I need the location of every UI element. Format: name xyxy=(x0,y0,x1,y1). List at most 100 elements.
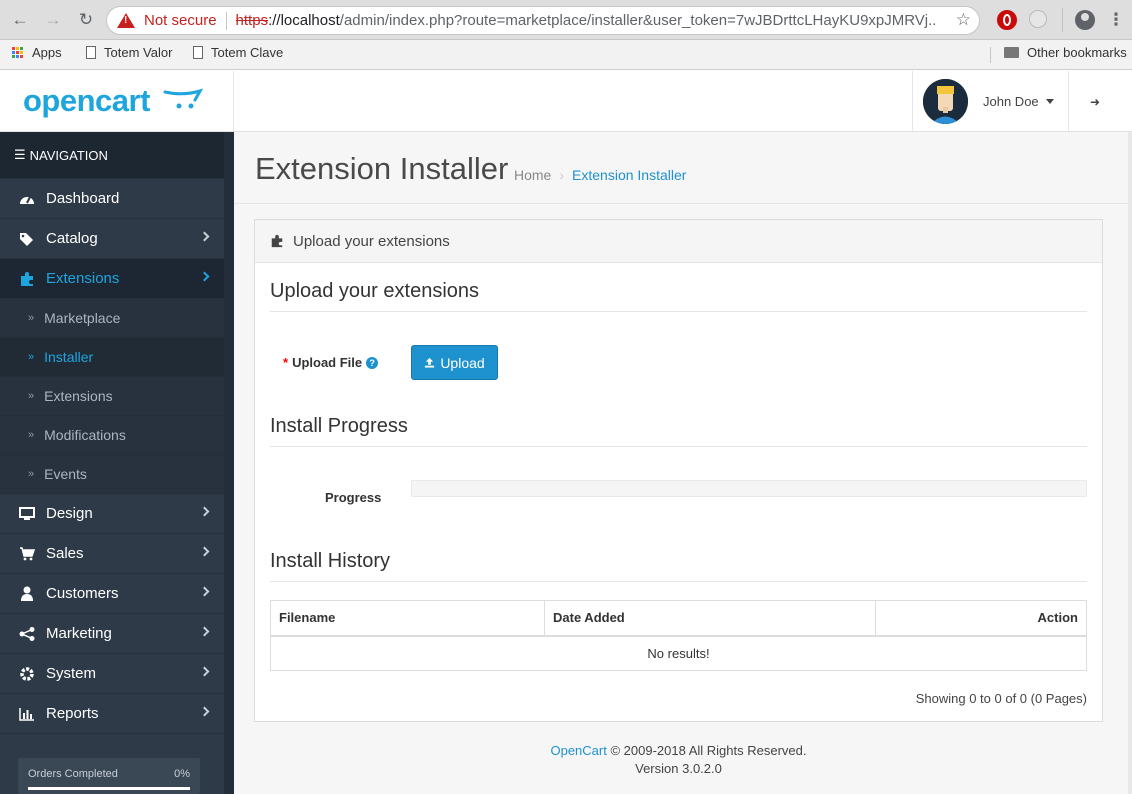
bar-chart-icon xyxy=(18,706,36,722)
bookmark-divider xyxy=(990,47,991,63)
upload-file-label: * Upload File? xyxy=(283,355,379,370)
orders-completed-percent: 0% xyxy=(174,768,190,780)
sidebar-item-catalog[interactable]: Catalog xyxy=(0,219,224,259)
share-icon xyxy=(18,626,36,642)
bookmark-star-icon[interactable]: ☆ xyxy=(956,10,971,30)
url-text[interactable]: https://localhost/admin/index.php?route=… xyxy=(236,12,936,29)
column-header-date-added[interactable]: Date Added xyxy=(544,600,876,637)
double-chevron-icon: » xyxy=(28,429,35,441)
sidebar-item-label: Customers xyxy=(46,585,119,602)
sidebar-item-sales[interactable]: Sales xyxy=(0,534,224,574)
tags-icon xyxy=(18,231,36,247)
sidebar-item-label: Catalog xyxy=(46,230,98,247)
cart-logo-icon xyxy=(163,88,203,109)
sidebar: ☰ NAVIGATION Dashboard Catalog Extension… xyxy=(0,132,234,794)
history-section-title: Install History xyxy=(270,550,1087,582)
bookmark-other[interactable]: Other bookmarks xyxy=(1004,45,1127,60)
reload-icon[interactable]: ↻ xyxy=(74,8,98,32)
sidebar-subitem-installer[interactable]: » Installer xyxy=(0,338,224,377)
page-icon xyxy=(193,46,203,59)
user-icon xyxy=(18,586,36,602)
required-marker: * xyxy=(283,355,289,370)
upload-button[interactable]: Upload xyxy=(411,345,498,380)
hamburger-icon: ☰ xyxy=(14,147,26,162)
bookmark-totem-clave[interactable]: Totem Clave xyxy=(193,45,283,60)
install-history-table: Filename Date Added Action No results! xyxy=(270,600,1087,671)
chevron-right-icon xyxy=(199,706,210,717)
footer-version: Version 3.0.2.0 xyxy=(635,761,722,776)
sidebar-subitem-extensions[interactable]: » Extensions xyxy=(0,377,224,416)
breadcrumb-current[interactable]: Extension Installer xyxy=(572,167,686,183)
monitor-icon xyxy=(18,506,36,522)
sidebar-item-reports[interactable]: Reports xyxy=(0,694,224,734)
column-header-action: Action xyxy=(875,600,1087,637)
forward-arrow-icon[interactable]: → xyxy=(41,8,65,32)
page-icon xyxy=(86,46,96,59)
menu-dots-icon[interactable]: ⋮ xyxy=(1104,8,1128,32)
sidebar-subitem-events[interactable]: » Events xyxy=(0,455,224,494)
logout-icon[interactable]: ➜ xyxy=(1090,95,1100,109)
navigation-title: NAVIGATION xyxy=(29,147,108,163)
url-host: ://localhost xyxy=(268,12,340,29)
opera-extension-icon[interactable] xyxy=(997,10,1017,30)
sidebar-item-label: Dashboard xyxy=(46,190,120,207)
navigation-header[interactable]: ☰ NAVIGATION xyxy=(0,132,224,179)
sidebar-item-label: Design xyxy=(46,505,93,522)
logo-area[interactable]: opencart xyxy=(0,71,234,131)
double-chevron-icon: » xyxy=(28,351,35,363)
no-results-cell: No results! xyxy=(270,635,1087,671)
pagination-summary: Showing 0 to 0 of 0 (0 Pages) xyxy=(915,691,1087,706)
sidebar-subitem-label: Extensions xyxy=(44,388,113,404)
sidebar-item-marketing[interactable]: Marketing xyxy=(0,614,224,654)
sidebar-subitem-marketplace[interactable]: » Marketplace xyxy=(0,299,224,338)
sidebar-subitem-label: Events xyxy=(44,466,87,482)
extension-icon[interactable] xyxy=(1029,10,1047,28)
opencart-logo[interactable]: opencart xyxy=(23,83,150,119)
url-path: /admin/index.php?route=marketplace/insta… xyxy=(339,12,936,29)
page-title: Extension Installer xyxy=(255,151,509,186)
double-chevron-icon: » xyxy=(28,468,35,480)
caret-down-icon xyxy=(1046,99,1054,104)
sidebar-item-dashboard[interactable]: Dashboard xyxy=(0,179,224,219)
chevron-right-icon xyxy=(199,586,210,597)
table-header-row: Filename Date Added Action xyxy=(270,600,1087,637)
main-content: Extension Installer Home › Extension Ins… xyxy=(234,132,1132,794)
user-name: John Doe xyxy=(983,94,1039,109)
sidebar-item-system[interactable]: System xyxy=(0,654,224,694)
sidebar-subitem-modifications[interactable]: » Modifications xyxy=(0,416,224,455)
sidebar-item-label: Extensions xyxy=(46,270,120,287)
back-arrow-icon[interactable]: ← xyxy=(8,8,32,32)
footer-copyright-line: OpenCart © 2009-2018 All Rights Reserved… xyxy=(234,742,1123,760)
upload-icon xyxy=(425,357,435,368)
sidebar-item-label: Sales xyxy=(46,545,84,562)
address-bar[interactable]: ! Not secure https://localhost/admin/ind… xyxy=(106,6,980,35)
bookmark-totem-valor[interactable]: Totem Valor xyxy=(86,45,172,60)
sidebar-item-design[interactable]: Design xyxy=(0,494,224,534)
column-header-filename[interactable]: Filename xyxy=(270,600,545,637)
sidebar-item-extensions[interactable]: Extensions xyxy=(0,259,224,299)
footer-opencart-link[interactable]: OpenCart xyxy=(550,743,606,758)
chevron-right-icon xyxy=(199,666,210,677)
footer: OpenCart © 2009-2018 All Rights Reserved… xyxy=(234,742,1123,778)
installer-panel: Upload your extensions Upload your exten… xyxy=(254,219,1103,722)
not-secure-label[interactable]: Not secure xyxy=(144,12,217,29)
bookmark-label: Totem Clave xyxy=(211,45,284,60)
url-scheme: https xyxy=(235,12,269,29)
progress-label: Progress xyxy=(325,490,382,505)
sidebar-subitem-label: Installer xyxy=(44,349,94,365)
toolbar-divider xyxy=(1062,8,1063,32)
sidebar-subitem-label: Modifications xyxy=(44,427,126,443)
breadcrumb-separator: › xyxy=(559,167,565,183)
user-menu[interactable]: John Doe xyxy=(912,71,1069,131)
warning-icon: ! xyxy=(117,13,135,28)
panel-title: Upload your extensions xyxy=(293,232,450,250)
bookmark-apps[interactable]: Apps xyxy=(12,45,62,60)
panel-heading: Upload your extensions xyxy=(255,220,1102,263)
upload-section-title: Upload your extensions xyxy=(270,280,1087,312)
page-scrollbar[interactable] xyxy=(1128,132,1132,794)
help-icon[interactable]: ? xyxy=(366,357,379,369)
sidebar-item-customers[interactable]: Customers xyxy=(0,574,224,614)
profile-icon[interactable] xyxy=(1075,10,1095,30)
breadcrumb-home[interactable]: Home xyxy=(514,167,551,183)
bookmark-label: Other bookmarks xyxy=(1027,45,1127,60)
